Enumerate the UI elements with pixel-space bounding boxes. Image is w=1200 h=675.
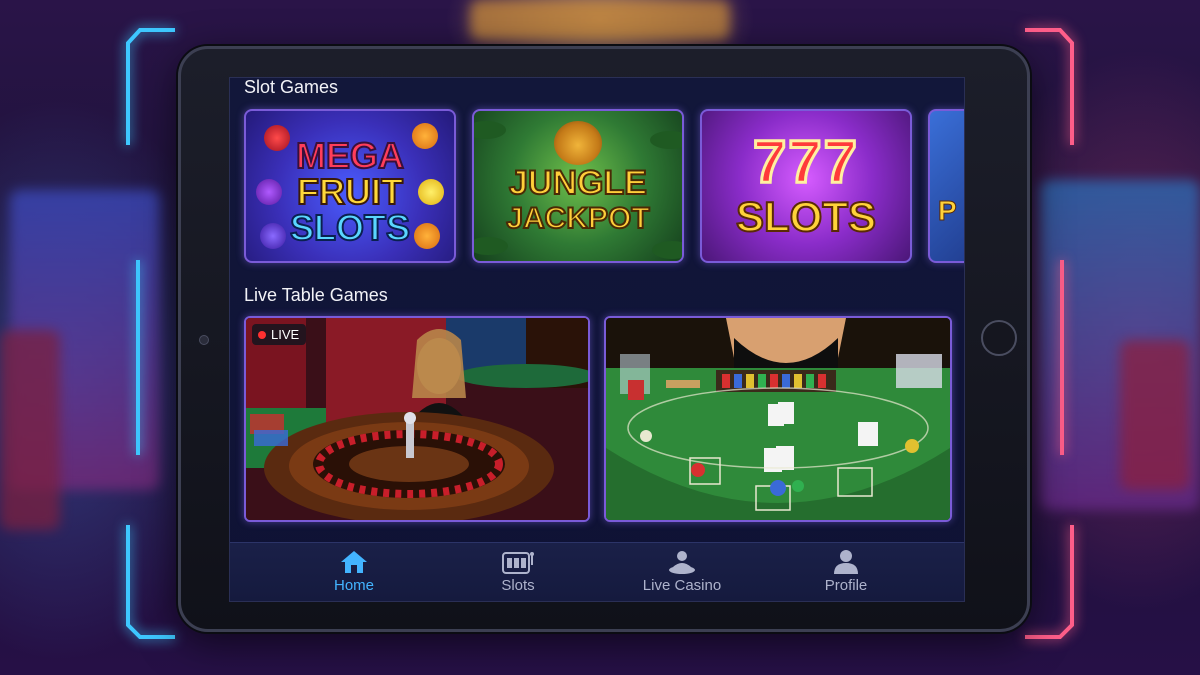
nav-item-label: Slots bbox=[501, 577, 535, 594]
slot-game-title-line: SLOTS bbox=[735, 193, 877, 240]
slot-games-heading: Slot Games bbox=[244, 77, 339, 97]
slot-game-card-partial[interactable]: P bbox=[928, 109, 964, 263]
live-badge-label: LIVE bbox=[271, 327, 300, 342]
neon-frame-left bbox=[126, 28, 175, 639]
tablet-device: Slot Games MEGA FRUIT SLOTS JUNGLE JACKP… bbox=[178, 46, 1030, 632]
app-screen: Slot Games MEGA FRUIT SLOTS JUNGLE JACKP… bbox=[229, 77, 965, 602]
nav-item-slots[interactable]: Slots bbox=[463, 549, 573, 594]
live-game-card-blackjack[interactable] bbox=[604, 316, 952, 522]
leaf-decoration bbox=[474, 121, 506, 139]
slot-game-title-line: MEGA bbox=[295, 135, 405, 176]
nav-item-label: Home bbox=[333, 577, 374, 594]
blackjack-scene bbox=[606, 318, 950, 520]
bottom-navigation: Home Slots Live Casino Profile bbox=[230, 542, 964, 601]
tablet-home-button[interactable] bbox=[981, 320, 1017, 356]
lion-icon bbox=[554, 121, 602, 165]
slot-game-title-line: P bbox=[938, 195, 958, 227]
background-chair bbox=[1120, 340, 1190, 490]
background-slot-machine bbox=[0, 330, 60, 530]
slot-game-title-line: JACKPOT bbox=[505, 202, 650, 235]
leaf-decoration bbox=[652, 241, 682, 259]
leaf-decoration bbox=[650, 131, 682, 149]
nav-item-profile[interactable]: Profile bbox=[791, 549, 901, 594]
background-ceiling-light bbox=[470, 0, 730, 40]
slot-game-card-jungle-jackpot[interactable]: JUNGLE JACKPOT bbox=[472, 109, 684, 263]
nav-item-live-casino[interactable]: Live Casino bbox=[627, 549, 737, 594]
dealer-icon bbox=[669, 551, 695, 574]
slot-game-title-line: JUNGLE bbox=[508, 164, 648, 202]
slot-game-title-line: 777 bbox=[751, 128, 860, 195]
leaf-decoration bbox=[474, 237, 508, 255]
slot-game-title-line: SLOTS bbox=[289, 207, 411, 248]
slot-machine-icon bbox=[502, 552, 534, 574]
home-icon bbox=[341, 551, 367, 573]
slot-game-card-777-slots[interactable]: 777 SLOTS bbox=[700, 109, 912, 263]
user-icon bbox=[834, 550, 858, 574]
live-badge: LIVE bbox=[252, 324, 307, 345]
nav-item-home[interactable]: Home bbox=[299, 549, 409, 594]
tablet-camera bbox=[199, 335, 209, 345]
slot-game-title-line: FRUIT bbox=[296, 171, 404, 212]
live-game-card-roulette[interactable]: LIVE bbox=[244, 316, 590, 522]
roulette-scene bbox=[246, 318, 588, 520]
live-table-games-heading: Live Table Games bbox=[244, 285, 388, 305]
nav-item-label: Profile bbox=[824, 577, 868, 594]
nav-item-label: Live Casino bbox=[642, 577, 722, 594]
live-indicator-icon bbox=[258, 330, 266, 339]
slot-game-card-mega-fruit[interactable]: MEGA FRUIT SLOTS bbox=[244, 109, 456, 263]
